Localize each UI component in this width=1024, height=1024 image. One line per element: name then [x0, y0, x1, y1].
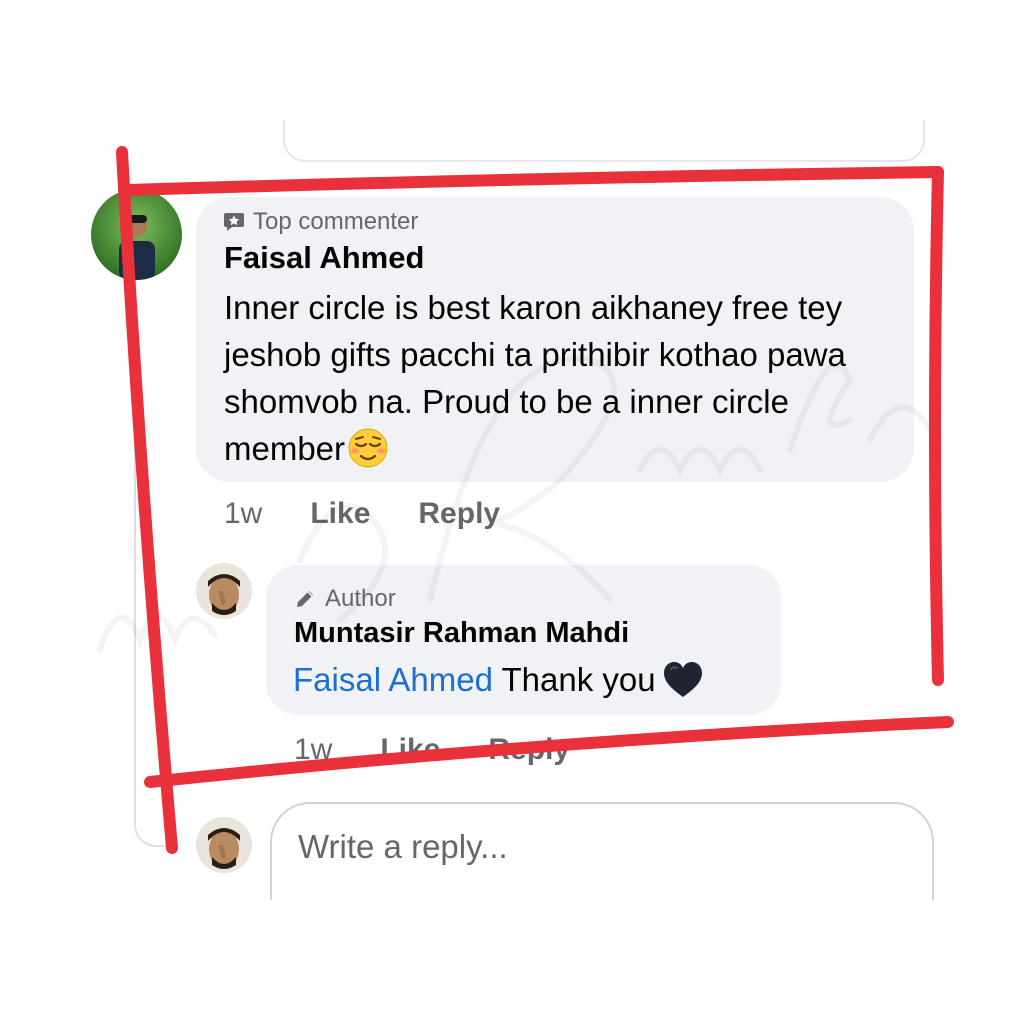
like-button[interactable]: Like: [380, 733, 440, 767]
reply-actions: 1w Like Reply: [294, 733, 570, 767]
reply-timestamp[interactable]: 1w: [294, 733, 332, 767]
top-commenter-badge: Top commenter: [223, 208, 418, 236]
current-user-avatar: [196, 817, 252, 873]
reply-author-name[interactable]: Muntasir Rahman Mahdi: [294, 617, 629, 650]
previous-input-fragment: [283, 120, 925, 162]
black-heart-emoji: [662, 660, 704, 700]
commenter-avatar[interactable]: [91, 189, 182, 280]
star-chat-icon: [223, 211, 245, 233]
commenter-name[interactable]: Faisal Ahmed: [224, 240, 424, 276]
comment-text: Inner circle is best karon aikhaney free…: [224, 284, 910, 472]
comment-actions: 1w Like Reply: [224, 497, 500, 531]
reply-button[interactable]: Reply: [488, 733, 570, 767]
thread-connector: [134, 790, 176, 847]
badge-label: Top commenter: [253, 208, 419, 235]
author-avatar[interactable]: [196, 563, 252, 619]
like-button[interactable]: Like: [310, 497, 370, 531]
reply-text: Faisal Ahmed Thank you: [293, 660, 704, 700]
badge-label: Author: [325, 585, 396, 612]
relieved-face-emoji: [347, 427, 389, 469]
pencil-icon: [293, 587, 317, 611]
thread-line: [134, 280, 136, 815]
comment-body: Inner circle is best karon aikhaney free…: [224, 289, 846, 467]
reply-body: Thank you: [501, 661, 656, 698]
comment-timestamp[interactable]: 1w: [224, 497, 262, 531]
reply-input-placeholder[interactable]: Write a reply...: [298, 828, 508, 866]
mention-link[interactable]: Faisal Ahmed: [293, 661, 493, 698]
author-badge: Author: [293, 585, 396, 613]
reply-button[interactable]: Reply: [418, 497, 500, 531]
